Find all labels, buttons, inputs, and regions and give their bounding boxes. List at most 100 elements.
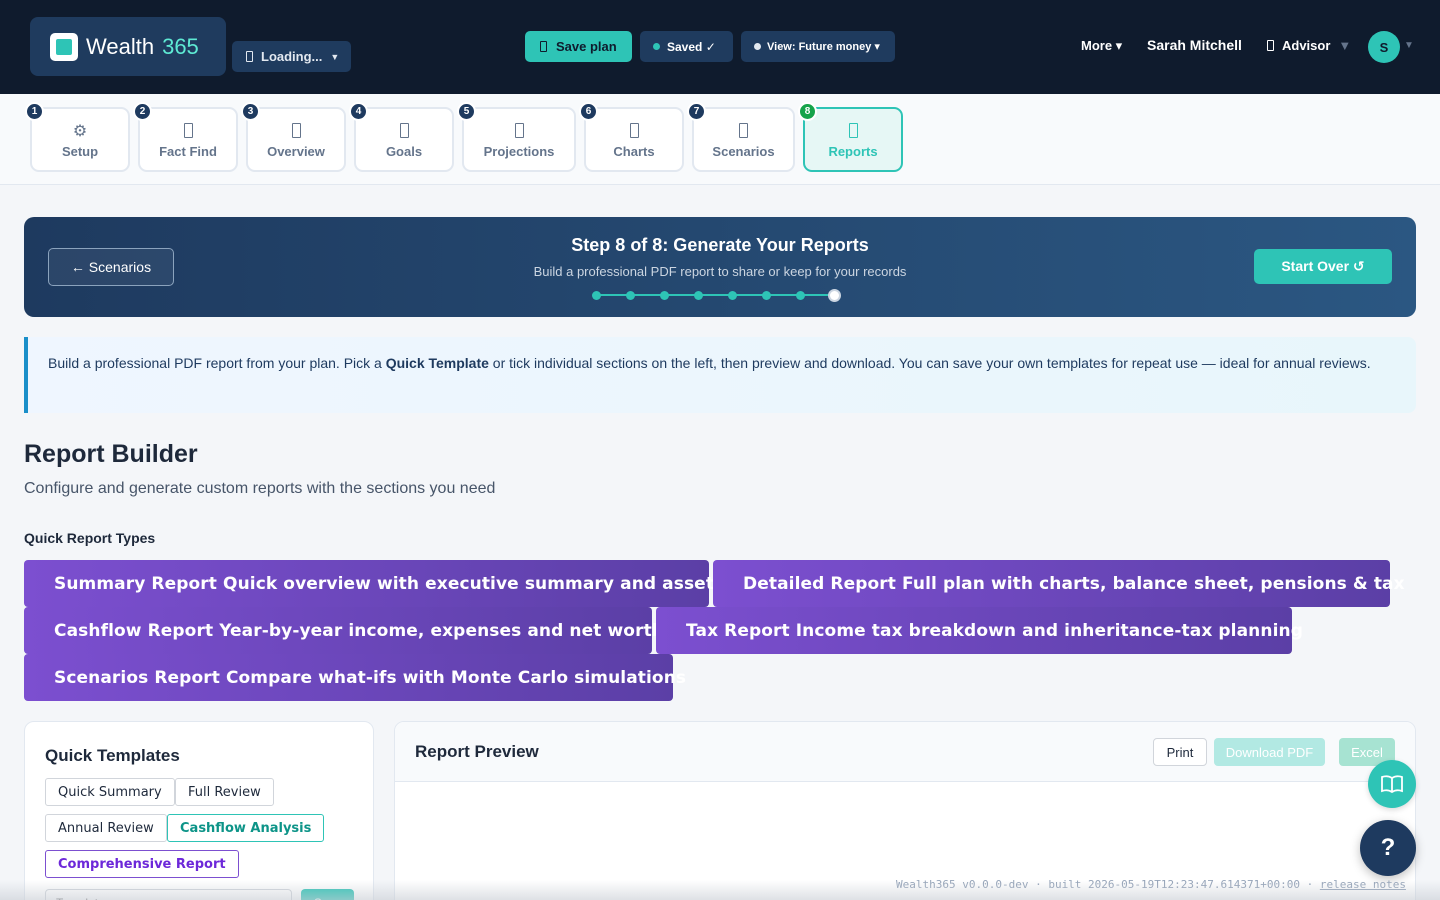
plan-icon [246, 51, 253, 62]
detailed-report-button[interactable]: Detailed Report Full plan with charts, b… [713, 560, 1405, 607]
role-icon [1267, 40, 1274, 51]
report-preview-panel: Report Preview Print Download PDF Excel [394, 721, 1416, 900]
report-icon [848, 121, 858, 141]
step-navigation: 1 ⚙ Setup 2 Fact Find 3 Overview 4 Goals… [0, 94, 1440, 185]
template-comprehensive-report[interactable]: Comprehensive Report [45, 850, 239, 878]
step-number: 5 [457, 102, 476, 121]
role-selector[interactable]: Advisor ▼ [1267, 38, 1351, 53]
brand-logo-button[interactable]: Wealth 365 [30, 17, 226, 76]
top-bar: Wealth 365 Loading... ▼ Save plan Saved … [0, 0, 1440, 94]
step-label: Charts [613, 143, 655, 159]
progress-dot [592, 291, 601, 300]
view-mode-selector[interactable]: View: Future money ▾ [741, 31, 895, 62]
quick-templates-panel: Quick Templates Quick Summary Full Revie… [24, 721, 374, 900]
progress-dot [762, 291, 771, 300]
avatar-chevron-icon[interactable]: ▼ [1404, 40, 1414, 51]
template-cashflow-analysis[interactable]: Cashflow Analysis [167, 814, 325, 842]
template-name-input[interactable] [45, 889, 292, 900]
saved-status-label: Saved ✓ [667, 39, 716, 54]
step-tab-overview[interactable]: 3 Overview [241, 102, 346, 172]
plan-selector-label: Loading... [261, 49, 323, 64]
step-progress-indicator [590, 289, 841, 302]
progress-dot [828, 289, 841, 302]
brand-logo-icon [50, 32, 78, 61]
step-number: 7 [687, 102, 706, 121]
build-info-footer: Wealth365 v0.0.0-dev · built 2026-05-19T… [896, 878, 1406, 891]
print-button[interactable]: Print [1153, 738, 1207, 766]
page-title: Report Builder [24, 440, 198, 468]
step-label: Projections [483, 143, 555, 159]
step-tab-setup[interactable]: 1 ⚙ Setup [25, 102, 130, 172]
help-button[interactable]: ? [1360, 820, 1416, 876]
chevron-down-icon: ▼ [1338, 38, 1352, 53]
user-name[interactable]: Sarah Mitchell [1147, 37, 1242, 53]
info-callout: Build a professional PDF report from you… [24, 337, 1416, 413]
release-notes-link[interactable]: release notes [1320, 878, 1406, 891]
guide-book-button[interactable] [1368, 760, 1416, 808]
progress-dot [626, 291, 635, 300]
template-quick-summary[interactable]: Quick Summary [45, 778, 175, 806]
step-tab-goals[interactable]: 4 Goals [349, 102, 454, 172]
step-label: Setup [61, 143, 99, 159]
step-number: 6 [579, 102, 598, 121]
save-icon [540, 41, 547, 52]
step-tab-fact-find[interactable]: 2 Fact Find [133, 102, 238, 172]
info-text-rest: or tick individual sections on the left,… [488, 355, 1371, 371]
avatar[interactable]: S [1368, 31, 1400, 63]
start-over-button[interactable]: Start Over ↺ [1254, 249, 1392, 284]
role-label: Advisor [1282, 38, 1331, 53]
scenarios-report-button[interactable]: Scenarios Report Compare what-ifs with M… [24, 654, 686, 701]
step-number: 3 [241, 102, 260, 121]
clipboard-icon [183, 121, 193, 141]
trend-icon [514, 121, 524, 141]
save-plan-button[interactable]: Save plan [525, 31, 632, 62]
saved-status-badge: Saved ✓ [640, 31, 733, 62]
tax-report-button[interactable]: Tax Report Income tax breakdown and inhe… [656, 607, 1303, 654]
progress-dot [728, 291, 737, 300]
quick-templates-title: Quick Templates [45, 746, 180, 765]
step-number: 8 [798, 102, 817, 121]
step-label: Scenarios [712, 143, 775, 159]
info-emphasis: Quick Template [385, 355, 489, 371]
brand-number: 365 [162, 33, 199, 59]
chevron-down-icon: ▼ [330, 51, 340, 62]
gear-icon: ⚙ [72, 122, 88, 140]
info-text: Build a professional PDF report from you… [48, 355, 386, 371]
progress-dot [796, 291, 805, 300]
save-template-button[interactable]: Save [301, 889, 354, 900]
step-label: Reports [828, 143, 878, 159]
target-icon [399, 121, 409, 141]
step-label: Goals [385, 143, 423, 159]
step-number: 2 [133, 102, 152, 121]
view-mode-label: View: Future money ▾ [767, 41, 880, 53]
scenarios-icon [739, 121, 748, 141]
template-annual-review[interactable]: Annual Review [45, 814, 167, 842]
status-dot-icon [653, 43, 660, 50]
step-number: 1 [25, 102, 44, 121]
step-label: Overview [267, 143, 325, 159]
plan-selector-button[interactable]: Loading... ▼ [232, 41, 351, 72]
step-banner: ← Scenarios Step 8 of 8: Generate Your R… [24, 217, 1416, 317]
view-dot-icon [754, 43, 761, 50]
step-tab-reports[interactable]: 8 Reports [798, 102, 903, 172]
summary-report-button[interactable]: Summary Report Quick overview with execu… [24, 560, 724, 607]
download-pdf-button[interactable]: Download PDF [1214, 738, 1325, 766]
cashflow-report-button[interactable]: Cashflow Report Year-by-year income, exp… [24, 607, 664, 654]
template-full-review[interactable]: Full Review [175, 778, 274, 806]
progress-dot [660, 291, 669, 300]
step-tab-scenarios[interactable]: 7 Scenarios [687, 102, 795, 172]
step-label: Fact Find [159, 143, 217, 159]
save-plan-label: Save plan [556, 39, 617, 54]
step-tab-projections[interactable]: 5 Projections [457, 102, 576, 172]
brand-name: Wealth [86, 33, 155, 59]
dashboard-icon [291, 121, 301, 141]
step-title: Step 8 of 8: Generate Your Reports [571, 235, 869, 255]
step-tab-charts[interactable]: 6 Charts [579, 102, 684, 172]
more-menu-button[interactable]: More ▾ [1081, 38, 1122, 54]
progress-dot [694, 291, 703, 300]
book-icon [1381, 775, 1403, 793]
preview-title: Report Preview [415, 742, 539, 761]
build-version: Wealth365 v0.0.0-dev · built 2026-05-19T… [896, 878, 1320, 891]
step-number: 4 [349, 102, 368, 121]
page-subtitle: Configure and generate custom reports wi… [24, 480, 496, 497]
